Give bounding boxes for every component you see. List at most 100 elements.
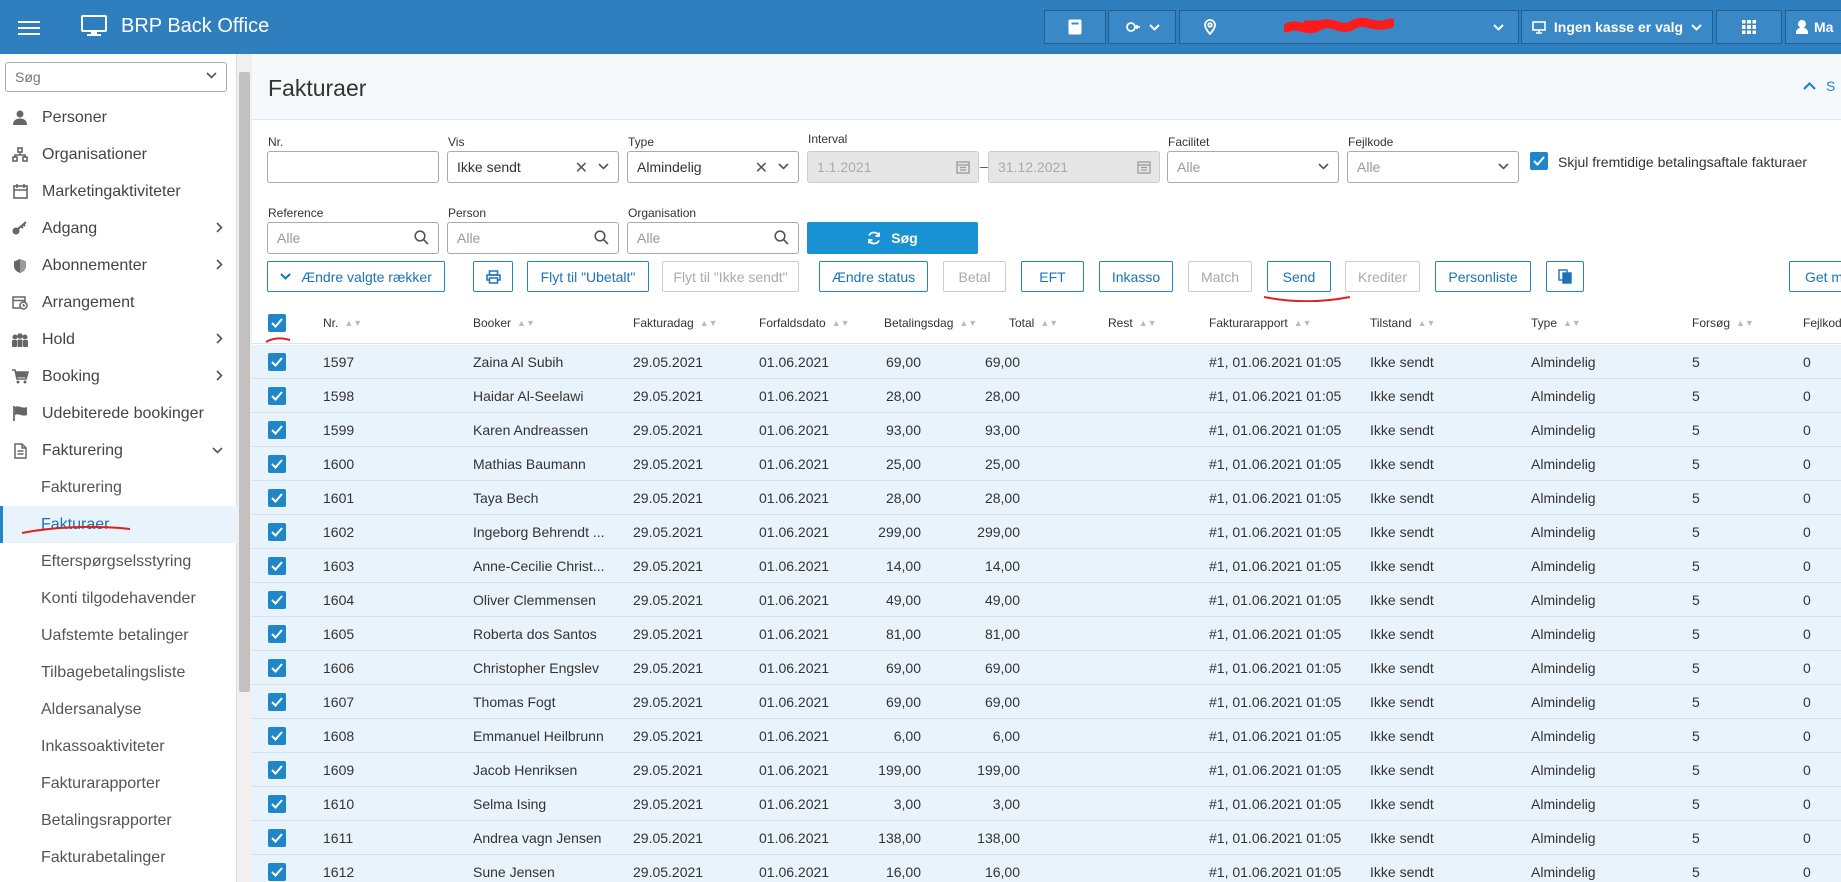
- column-header-rest[interactable]: Rest ▲▼: [1108, 316, 1157, 330]
- cell-rapport: #1, 01.06.2021 01:05: [1209, 558, 1342, 574]
- table-row[interactable]: 1600 Mathias Baumann 29.05.2021 01.06.2021 2…: [252, 447, 1841, 481]
- row-checkbox[interactable]: [268, 795, 286, 813]
- table-row[interactable]: 1598 Haidar Al-Seelawi 29.05.2021 01.06.202…: [252, 379, 1841, 413]
- column-header-fejlkode[interactable]: Fejlkod: [1803, 316, 1841, 330]
- table-row[interactable]: 1609 Jacob Henriksen 29.05.2021 01.06.2021 1…: [252, 753, 1841, 787]
- table-row[interactable]: 1601 Taya Bech 29.05.2021 01.06.2021 28,00 28…: [252, 481, 1841, 515]
- row-checkbox[interactable]: [268, 727, 286, 745]
- sidebar-subitem-inkassoaktiviteter[interactable]: Inkassoaktiviteter: [0, 728, 237, 765]
- table-row[interactable]: 1597 Zaina Al Subih 29.05.2021 01.06.2021 69…: [252, 345, 1841, 379]
- change-status-button[interactable]: Ændre status: [819, 261, 928, 292]
- column-header-betalingsdag[interactable]: Betalingsdag ▲▼: [884, 316, 977, 330]
- sidebar-subitem-betalingsrapporter[interactable]: Betalingsrapporter: [0, 802, 237, 839]
- sidebar-item-marketingaktiviteter[interactable]: Marketingaktiviteter: [0, 173, 237, 210]
- row-checkbox[interactable]: [268, 863, 286, 881]
- type-select[interactable]: Almindelig ✕: [627, 151, 799, 183]
- row-checkbox[interactable]: [268, 523, 286, 541]
- row-checkbox[interactable]: [268, 625, 286, 643]
- column-header-tilstand[interactable]: Tilstand ▲▼: [1370, 316, 1435, 330]
- select-all-checkbox[interactable]: [268, 314, 286, 332]
- search-button[interactable]: Søg: [807, 222, 978, 254]
- table-row[interactable]: 1610 Selma Ising 29.05.2021 01.06.2021 3,00 3…: [252, 787, 1841, 821]
- sidebar-item-hold[interactable]: Hold: [0, 321, 237, 358]
- table-row[interactable]: 1612 Sune Jensen 29.05.2021 01.06.2021 16,00…: [252, 855, 1841, 882]
- sidebar-item-udebiterede-bookinger[interactable]: Udebiterede bookinger: [0, 395, 237, 432]
- table-row[interactable]: 1604 Oliver Clemmensen 29.05.2021 01.06.202…: [252, 583, 1841, 617]
- register-dropdown[interactable]: Ingen kasse er valg: [1521, 10, 1713, 44]
- table-row[interactable]: 1606 Christopher Engslev 29.05.2021 01.06.2…: [252, 651, 1841, 685]
- sidebar-scrollbar[interactable]: [237, 54, 252, 882]
- calculator-button[interactable]: [1044, 10, 1106, 44]
- eft-button[interactable]: EFT: [1021, 261, 1084, 292]
- table-row[interactable]: 1603 Anne-Cecilie Christ... 29.05.2021 01.0…: [252, 549, 1841, 583]
- send-button[interactable]: Send: [1267, 261, 1331, 292]
- sidebar-search-select[interactable]: Søg: [5, 62, 227, 92]
- facilitet-select[interactable]: Alle: [1167, 151, 1339, 183]
- column-header-type[interactable]: Type ▲▼: [1531, 316, 1581, 330]
- column-header-nr[interactable]: Nr. ▲▼: [323, 316, 362, 330]
- nr-input[interactable]: [267, 151, 439, 183]
- hamburger-menu-icon[interactable]: [18, 17, 40, 37]
- table-row[interactable]: 1602 Ingeborg Behrendt ... 29.05.2021 01.06…: [252, 515, 1841, 549]
- row-checkbox[interactable]: [268, 489, 286, 507]
- sidebar-subitem-fakturabetalinger[interactable]: Fakturabetalinger: [0, 839, 237, 876]
- location-dropdown[interactable]: [1179, 10, 1519, 44]
- organisation-input[interactable]: Alle: [627, 222, 799, 254]
- copy-button[interactable]: [1546, 261, 1584, 292]
- sidebar-item-booking[interactable]: Booking: [0, 358, 237, 395]
- fejlkode-select[interactable]: Alle: [1347, 151, 1519, 183]
- row-checkbox[interactable]: [268, 421, 286, 439]
- sidebar-subitem-tilbagebetalingsliste[interactable]: Tilbagebetalingsliste: [0, 654, 237, 691]
- vis-select[interactable]: Ikke sendt ✕: [447, 151, 619, 183]
- column-header-total[interactable]: Total ▲▼: [1009, 316, 1058, 330]
- sidebar-subitem-fakturaer[interactable]: Fakturaer: [0, 506, 237, 543]
- table-row[interactable]: 1607 Thomas Fogt 29.05.2021 01.06.2021 69,00…: [252, 685, 1841, 719]
- row-checkbox[interactable]: [268, 829, 286, 847]
- person-list-button[interactable]: Personliste: [1435, 261, 1531, 292]
- column-header-booker[interactable]: Booker ▲▼: [473, 316, 535, 330]
- sidebar-item-adgang[interactable]: Adgang: [0, 210, 237, 247]
- clear-icon[interactable]: ✕: [755, 158, 768, 178]
- table-row[interactable]: 1608 Emmanuel Heilbrunn 29.05.2021 01.06.20…: [252, 719, 1841, 753]
- row-checkbox[interactable]: [268, 353, 286, 371]
- row-checkbox[interactable]: [268, 761, 286, 779]
- row-checkbox[interactable]: [268, 591, 286, 609]
- sidebar-item-fakturering[interactable]: Fakturering: [0, 432, 237, 469]
- sidebar-item-organisationer[interactable]: Organisationer: [0, 136, 237, 173]
- sidebar-item-arrangement[interactable]: Arrangement: [0, 284, 237, 321]
- row-checkbox[interactable]: [268, 387, 286, 405]
- column-header-forsoeg[interactable]: Forsøg ▲▼: [1692, 316, 1754, 330]
- reference-input[interactable]: Alle: [267, 222, 439, 254]
- change-selected-rows-dropdown[interactable]: Ændre valgte rækker: [267, 261, 445, 292]
- person-input[interactable]: Alle: [447, 222, 619, 254]
- column-header-forfaldsdato[interactable]: Forfaldsdato ▲▼: [759, 316, 850, 330]
- sidebar-item-personer[interactable]: Personer: [0, 99, 237, 136]
- user-menu[interactable]: Ma: [1785, 10, 1841, 44]
- sidebar-subitem-fakturarapporter[interactable]: Fakturarapporter: [0, 765, 237, 802]
- table-row[interactable]: 1599 Karen Andreassen 29.05.2021 01.06.2021…: [252, 413, 1841, 447]
- sidebar-subitem-konti-tilgodehavender[interactable]: Konti tilgodehavender: [0, 580, 237, 617]
- table-row[interactable]: 1611 Andrea vagn Jensen 29.05.2021 01.06.20…: [252, 821, 1841, 855]
- scrollbar-thumb[interactable]: [239, 72, 250, 692]
- column-header-fakturadag[interactable]: Fakturadag ▲▼: [633, 316, 718, 330]
- sidebar-subitem-fakturering[interactable]: Fakturering: [0, 469, 237, 506]
- apps-grid-button[interactable]: [1716, 10, 1782, 44]
- tools-dropdown[interactable]: [1108, 10, 1176, 44]
- clear-icon[interactable]: ✕: [575, 158, 588, 178]
- row-checkbox[interactable]: [268, 557, 286, 575]
- column-header-fakturarapport[interactable]: Fakturarapport ▲▼: [1209, 316, 1312, 330]
- sidebar-subitem-aldersanalyse[interactable]: Aldersanalyse: [0, 691, 237, 728]
- row-checkbox[interactable]: [268, 693, 286, 711]
- sidebar-subitem-uafstemte-betalinger[interactable]: Uafstemte betalinger: [0, 617, 237, 654]
- hide-future-checkbox[interactable]: [1530, 152, 1548, 170]
- sidebar-item-abonnementer[interactable]: Abonnementer: [0, 247, 237, 284]
- row-checkbox[interactable]: [268, 455, 286, 473]
- collection-button[interactable]: Inkasso: [1099, 261, 1173, 292]
- move-to-unpaid-button[interactable]: Flyt til "Ubetalt": [527, 261, 649, 292]
- table-row[interactable]: 1605 Roberta dos Santos 29.05.2021 01.06.20…: [252, 617, 1841, 651]
- print-button[interactable]: [473, 261, 513, 292]
- sidebar-subitem-efterspoergselsstyring[interactable]: Efterspørgselsstyring: [0, 543, 237, 580]
- get-more-button[interactable]: Get m: [1789, 261, 1841, 292]
- collapse-filters-toggle[interactable]: S: [1803, 78, 1835, 94]
- row-checkbox[interactable]: [268, 659, 286, 677]
